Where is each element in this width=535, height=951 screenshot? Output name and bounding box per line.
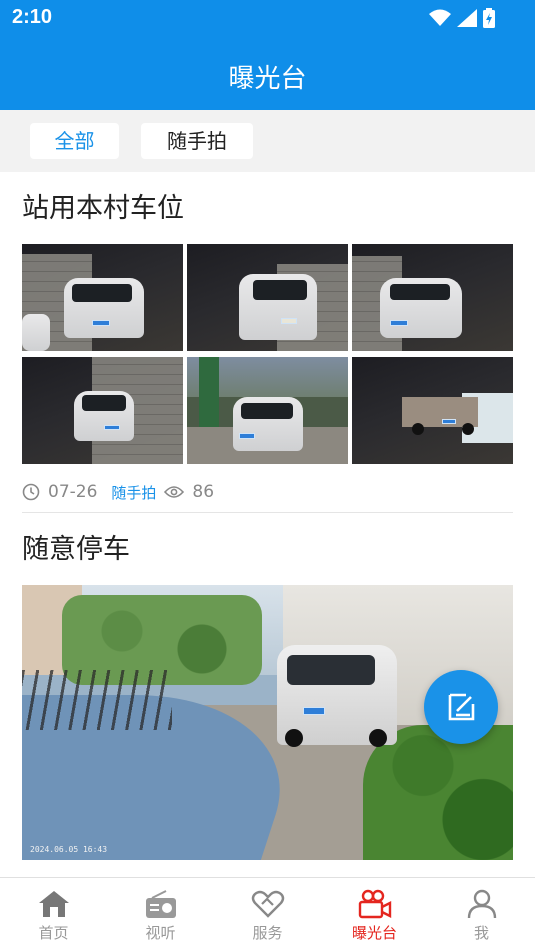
photo-timestamp: 2024.06.05 16:43 [30, 845, 108, 854]
nav-audio-video[interactable]: 视听 [107, 878, 214, 951]
post-meta: 07-26 随手拍 86 [22, 480, 214, 504]
status-icons [429, 8, 495, 28]
signal-icon [457, 9, 477, 27]
wifi-icon [429, 9, 451, 26]
status-time: 2:10 [12, 6, 53, 28]
nav-services[interactable]: 服务 [214, 878, 321, 951]
tab-all[interactable]: 全部 [30, 123, 119, 159]
user-icon [467, 889, 496, 919]
post-tag[interactable]: 随手拍 [111, 482, 156, 503]
edit-icon [448, 693, 475, 721]
handshake-heart-icon [251, 890, 284, 918]
bottom-nav: 首页 视听 服务 曝光台 我 [0, 877, 535, 951]
nav-exposure[interactable]: 曝光台 [321, 878, 428, 951]
divider [22, 512, 513, 513]
eye-icon [164, 486, 185, 498]
filter-bar: 全部 随手拍 [0, 110, 535, 172]
post-title[interactable]: 站用本村车位 [22, 186, 184, 225]
feed-list[interactable]: 站用本村车位 07-26 随手拍 86 随意停车 2024.06.05 16:4… [0, 172, 535, 877]
create-post-button[interactable] [424, 670, 498, 744]
home-icon [38, 891, 69, 917]
post-date: 07-26 [48, 482, 98, 502]
video-camera-icon [358, 889, 391, 919]
post-photo[interactable] [22, 244, 183, 351]
app-header: 曝光台 [0, 38, 535, 110]
nav-audio-video-label: 视听 [145, 924, 176, 942]
battery-charging-icon [483, 8, 495, 28]
status-bar: 2:10 [0, 0, 535, 38]
tab-snapshot[interactable]: 随手拍 [141, 123, 253, 159]
nav-home[interactable]: 首页 [0, 878, 107, 951]
post-photo[interactable] [352, 244, 513, 351]
clock-icon [22, 483, 40, 501]
post-views: 86 [192, 482, 215, 502]
nav-me-label: 我 [473, 924, 489, 942]
nav-me[interactable]: 我 [428, 878, 535, 951]
post-title[interactable]: 随意停车 [22, 527, 130, 566]
radio-icon [145, 890, 176, 918]
nav-exposure-label: 曝光台 [351, 924, 397, 942]
nav-services-label: 服务 [252, 924, 283, 942]
post-photo[interactable] [352, 357, 513, 464]
page-title: 曝光台 [228, 64, 307, 94]
post-photo[interactable] [22, 357, 183, 464]
post-photo[interactable] [187, 357, 348, 464]
nav-home-label: 首页 [38, 924, 69, 942]
post-photo[interactable] [187, 244, 348, 351]
